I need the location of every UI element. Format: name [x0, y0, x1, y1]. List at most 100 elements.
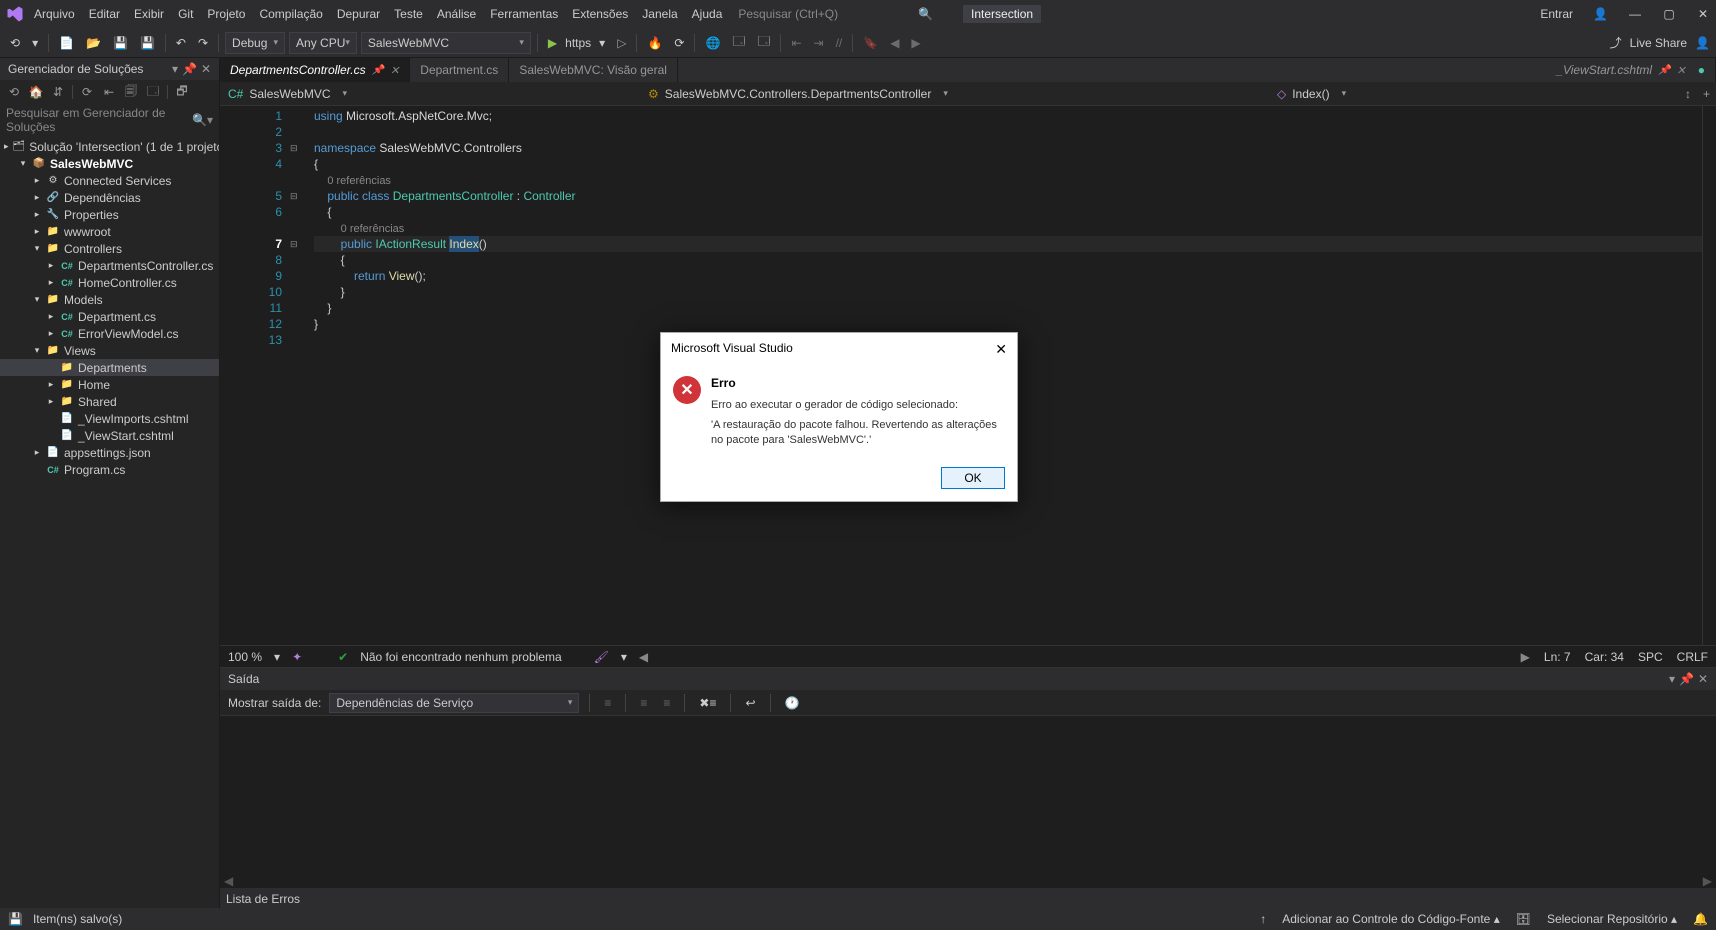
solution-name[interactable]: Intersection — [963, 5, 1041, 23]
tab-close-icon[interactable]: ✕ — [390, 64, 399, 77]
bookmark-icon[interactable]: 🔖 — [859, 34, 882, 52]
account-icon[interactable]: 👤 — [1593, 7, 1608, 21]
config-combo[interactable]: Debug — [225, 32, 285, 54]
tree-item[interactable]: ▸🔧Properties — [0, 206, 219, 223]
brush-icon[interactable]: 🖌 — [594, 650, 609, 664]
menu-arquivo[interactable]: Arquivo — [34, 7, 75, 21]
breakpoint-margin[interactable] — [220, 106, 240, 645]
menu-depurar[interactable]: Depurar — [337, 7, 380, 21]
clock-icon[interactable]: 🕐 — [781, 694, 804, 712]
preview-icon[interactable]: 🗗 — [174, 84, 190, 100]
tree-item[interactable]: ▸C#HomeController.cs — [0, 274, 219, 291]
panel-pin-icon[interactable]: 📌 — [182, 62, 197, 76]
dialog-close-icon[interactable]: ✕ — [995, 341, 1007, 358]
wordwrap-icon[interactable]: ↩ — [741, 694, 759, 712]
menu-ajuda[interactable]: Ajuda — [692, 7, 723, 21]
platform-combo[interactable]: Any CPU — [289, 32, 357, 54]
line-ending[interactable]: CRLF — [1677, 650, 1708, 664]
hot-reload-icon[interactable]: 🔥 — [643, 34, 666, 52]
tree-item[interactable]: ▸C#ErrorViewModel.cs — [0, 325, 219, 342]
scope-combo[interactable]: C# SalesWebMVC — [220, 87, 640, 101]
signin-link[interactable]: Entrar — [1540, 7, 1573, 21]
col-indicator[interactable]: Car: 34 — [1585, 650, 1624, 664]
bookmark-prev-icon[interactable]: ◀ — [886, 34, 903, 52]
menu-análise[interactable]: Análise — [437, 7, 476, 21]
output-source-combo[interactable]: Dependências de Serviço — [329, 693, 579, 713]
scrollbar[interactable] — [1702, 106, 1716, 645]
tree-item[interactable]: 📄_ViewStart.cshtml — [0, 427, 219, 444]
feedback-icon[interactable]: 👤 — [1695, 36, 1710, 50]
open-folder-icon[interactable]: 📂 — [82, 34, 105, 52]
editor-tab[interactable]: Department.cs — [410, 58, 509, 82]
liveshare-icon[interactable]: ⤴ — [1610, 34, 1622, 51]
startup-project-combo[interactable]: SalesWebMVC — [361, 32, 531, 54]
add-icon[interactable]: + — [1697, 87, 1716, 101]
line-indicator[interactable]: Ln: 7 — [1544, 650, 1571, 664]
indent-mode[interactable]: SPC — [1638, 650, 1663, 664]
solution-search[interactable]: Pesquisar em Gerenciador de Soluções 🔍 ▾ — [0, 104, 219, 136]
nav-fwd-icon[interactable]: ▾ — [28, 34, 42, 52]
https-label[interactable]: https — [565, 36, 591, 50]
start-no-debug-icon[interactable]: ▷ — [613, 34, 630, 52]
tree-item[interactable]: ▾📦SalesWebMVC — [0, 155, 219, 172]
search-icon[interactable]: 🔍 — [918, 7, 933, 21]
output-body[interactable]: ◀ ▶ — [220, 716, 1716, 888]
start-debug-icon[interactable]: ▶ — [544, 34, 561, 52]
nav-back-icon[interactable]: ⟲ — [6, 34, 24, 52]
tree-item[interactable]: ▸C#DepartmentsController.cs — [0, 257, 219, 274]
panel-pin-icon[interactable]: 📌 — [1679, 672, 1694, 686]
tree-item[interactable]: ▾📁Controllers — [0, 240, 219, 257]
refresh-icon[interactable]: ⟳ — [670, 34, 688, 52]
home-icon[interactable]: 🏠 — [28, 84, 44, 100]
tree-item[interactable]: ▾📁Models — [0, 291, 219, 308]
refresh-icon[interactable]: ⟳ — [79, 84, 95, 100]
next-icon[interactable]: ≡ — [659, 694, 674, 712]
tree-item[interactable]: ▸📁Shared — [0, 393, 219, 410]
back-icon[interactable]: ⟲ — [6, 84, 22, 100]
new-file-icon[interactable]: 📄 — [55, 34, 78, 52]
tree-item[interactable]: ▾📁Views — [0, 342, 219, 359]
tree-item[interactable]: C#Program.cs — [0, 461, 219, 478]
collapse-icon[interactable]: ⇤ — [101, 84, 117, 100]
panel-dropdown-icon[interactable]: ▾ — [1669, 672, 1675, 686]
error-list-tab[interactable]: Lista de Erros — [220, 888, 1716, 910]
search-placeholder[interactable]: Pesquisar (Ctrl+Q) — [738, 7, 838, 21]
comment-icon[interactable]: // — [832, 34, 847, 52]
scroll-left-icon[interactable]: ◀ — [224, 874, 233, 888]
sync-icon[interactable]: ⇵ — [50, 84, 66, 100]
menu-editar[interactable]: Editar — [89, 7, 120, 21]
menu-projeto[interactable]: Projeto — [207, 7, 245, 21]
menu-teste[interactable]: Teste — [394, 7, 423, 21]
panel-close-icon[interactable]: ✕ — [1698, 672, 1708, 686]
panel-close-icon[interactable]: ✕ — [201, 62, 211, 76]
pin-icon[interactable]: 📌 — [372, 65, 384, 76]
menu-ferramentas[interactable]: Ferramentas — [490, 7, 558, 21]
liveshare-label[interactable]: Live Share — [1630, 36, 1687, 50]
editor-tab[interactable]: DepartmentsController.cs📌✕ — [220, 58, 410, 82]
tree-item[interactable]: 📁Departments — [0, 359, 219, 376]
browser-link-icon[interactable]: 🌐 — [701, 34, 724, 52]
outdent-icon[interactable]: ⇥ — [810, 34, 828, 52]
bell-icon[interactable]: 🔔 — [1693, 912, 1708, 926]
tree-item[interactable]: ▸🔗Dependências — [0, 189, 219, 206]
redo-icon[interactable]: ↷ — [194, 34, 212, 52]
menu-extensões[interactable]: Extensões — [572, 7, 628, 21]
tree-item[interactable]: ▸📄appsettings.json — [0, 444, 219, 461]
ok-button[interactable]: OK — [941, 467, 1005, 489]
goto-icon[interactable]: ≡ — [600, 694, 615, 712]
prev-icon[interactable]: ≡ — [636, 694, 651, 712]
properties-icon[interactable]: 🗔 — [145, 84, 161, 100]
class-combo[interactable]: ⚙ SalesWebMVC.Controllers.DepartmentsCon… — [640, 87, 1269, 101]
save-icon[interactable]: 💾 — [109, 34, 132, 52]
member-combo[interactable]: ◇ Index() — [1269, 87, 1679, 101]
menu-janela[interactable]: Janela — [642, 7, 677, 21]
toolbox-icon[interactable]: 🗔 — [728, 30, 749, 55]
fold-margin[interactable]: ⊟⊟⊟ — [290, 106, 308, 645]
select-repo-button[interactable]: Selecionar Repositório ▴ — [1547, 912, 1677, 926]
scroll-right-icon[interactable]: ▶ — [1703, 874, 1712, 888]
close-icon[interactable]: ✕ — [1696, 7, 1710, 21]
source-control-button[interactable]: Adicionar ao Controle do Código-Fonte ▴ — [1282, 912, 1499, 926]
menu-exibir[interactable]: Exibir — [134, 7, 164, 21]
maximize-icon[interactable]: ▢ — [1662, 7, 1676, 21]
show-all-icon[interactable]: 🗐 — [123, 84, 139, 100]
